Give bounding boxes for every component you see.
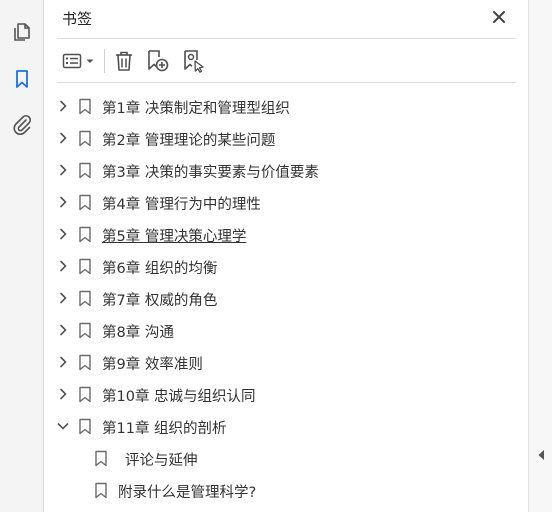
chevron-right-icon[interactable] xyxy=(56,195,70,209)
bookmarks-panel: 书签 第1章 决策制定和管理型组织 第2章 管理理论的某些问题 第3章 决策的事… xyxy=(45,0,528,512)
page-thumbnails-button[interactable] xyxy=(7,17,37,47)
header-divider xyxy=(57,38,516,39)
bookmark-icon xyxy=(95,482,107,499)
bookmark-properties-button[interactable] xyxy=(179,48,207,74)
bookmark-icon xyxy=(79,226,91,243)
bookmark-label: 第8章 沟通 xyxy=(102,325,174,341)
chevron-right-icon[interactable] xyxy=(56,99,70,113)
bookmark-label: 第10章 忠诚与组织认同 xyxy=(102,389,256,405)
chevron-right-icon[interactable] xyxy=(56,291,70,305)
bookmark-label: 第9章 效率准则 xyxy=(102,357,203,373)
pages-icon xyxy=(14,23,30,41)
bookmark-row[interactable]: 第6章 组织的均衡 xyxy=(45,250,528,282)
panel-resize-strip[interactable] xyxy=(528,0,552,512)
panel-title: 书签 xyxy=(62,10,93,28)
bookmarks-button[interactable] xyxy=(7,64,37,94)
bookmark-icon xyxy=(95,450,107,467)
bookmark-icon xyxy=(79,290,91,307)
bookmark-icon xyxy=(16,70,28,88)
bookmark-icon xyxy=(79,194,91,211)
bookmark-label: 第5章 管理决策心理学 xyxy=(102,229,247,245)
bookmark-label: 附录什么是管理科学? xyxy=(118,485,257,501)
bookmark-row[interactable]: 第9章 效率准则 xyxy=(45,346,528,378)
bookmark-tree: 第1章 决策制定和管理型组织 第2章 管理理论的某些问题 第3章 决策的事实要素… xyxy=(45,90,528,506)
bookmark-icon xyxy=(79,258,91,275)
bookmark-row[interactable]: 第3章 决策的事实要素与价值要素 xyxy=(45,154,528,186)
chevron-right-icon[interactable] xyxy=(56,259,70,273)
bookmark-icon xyxy=(79,322,91,339)
bookmark-row[interactable]: 第8章 沟通 xyxy=(45,314,528,346)
bookmark-row[interactable]: 第1章 决策制定和管理型组织 xyxy=(45,90,528,122)
bookmarks-toolbar xyxy=(45,40,528,82)
bookmark-icon xyxy=(79,386,91,403)
toolbar-divider xyxy=(57,82,516,83)
bookmark-icon xyxy=(79,98,91,115)
bookmark-icon xyxy=(79,418,91,435)
bookmark-settings-icon xyxy=(184,50,204,73)
caret-left-icon xyxy=(538,450,544,460)
trash-icon xyxy=(116,51,132,71)
close-panel-button[interactable] xyxy=(488,6,510,28)
bookmark-label: 第1章 决策制定和管理型组织 xyxy=(102,101,290,117)
bookmark-row[interactable]: 第5章 管理决策心理学 xyxy=(45,218,528,250)
bookmark-row[interactable]: 第7章 权威的角色 xyxy=(45,282,528,314)
panel-header: 书签 xyxy=(45,0,528,38)
bookmark-label: 第7章 权威的角色 xyxy=(102,293,218,309)
chevron-right-icon[interactable] xyxy=(56,227,70,241)
list-options-icon xyxy=(62,53,81,69)
bookmark-icon xyxy=(79,354,91,371)
bookmark-label: 第3章 决策的事实要素与价值要素 xyxy=(102,165,319,181)
chevron-down-icon xyxy=(86,59,93,63)
chevron-right-icon[interactable] xyxy=(56,323,70,337)
new-bookmark-icon xyxy=(148,50,169,72)
bookmark-row[interactable]: 第4章 管理行为中的理性 xyxy=(45,186,528,218)
bookmark-row[interactable]: 第10章 忠诚与组织认同 xyxy=(45,378,528,410)
close-icon xyxy=(493,11,505,23)
bookmark-label: 第6章 组织的均衡 xyxy=(102,261,218,277)
chevron-right-icon[interactable] xyxy=(56,355,70,369)
delete-bookmark-button[interactable] xyxy=(111,48,137,74)
bookmark-label: 第4章 管理行为中的理性 xyxy=(102,197,261,213)
bookmark-icon xyxy=(79,162,91,179)
chevron-right-icon[interactable] xyxy=(56,131,70,145)
bookmark-label: 评论与延伸 xyxy=(125,453,198,469)
bookmark-row[interactable]: 第2章 管理理论的某些问题 xyxy=(45,122,528,154)
toolbar-separator xyxy=(104,49,105,73)
chevron-right-icon[interactable] xyxy=(56,387,70,401)
bookmark-label: 第2章 管理理论的某些问题 xyxy=(102,133,276,149)
paperclip-icon xyxy=(13,114,32,135)
bookmark-row[interactable]: 评论与延伸 xyxy=(45,442,528,474)
bookmark-row[interactable]: 第11章 组织的剖析 xyxy=(45,410,528,442)
options-menu-button[interactable] xyxy=(59,48,97,74)
chevron-down-icon[interactable] xyxy=(56,419,70,433)
chevron-right-icon[interactable] xyxy=(56,163,70,177)
attachments-button[interactable] xyxy=(7,110,37,140)
collapse-panel-button[interactable] xyxy=(536,449,546,461)
bookmark-label: 第11章 组织的剖析 xyxy=(102,421,227,437)
add-bookmark-button[interactable] xyxy=(143,48,171,74)
bookmark-row[interactable]: 附录什么是管理科学? xyxy=(45,474,528,506)
bookmark-icon xyxy=(79,130,91,147)
navigation-rail xyxy=(0,0,44,512)
